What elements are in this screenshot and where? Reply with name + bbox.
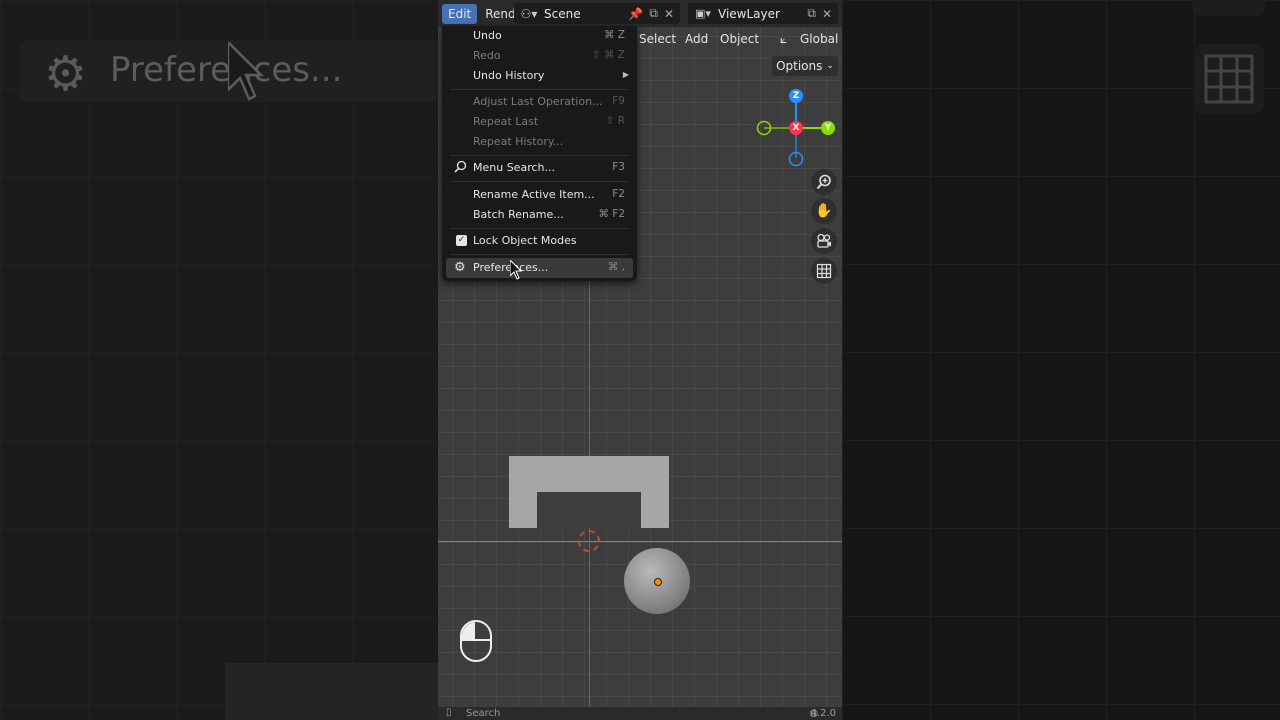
version-label: 4.2.0 (810, 708, 836, 719)
duplicate-icon[interactable]: ⧉ (807, 6, 816, 21)
checkbox-checked-icon[interactable]: ✓ (456, 235, 467, 246)
menu-item-shortcut: ⇧ R (605, 115, 625, 127)
mouse-divider (462, 639, 490, 641)
menu-item-menu-search[interactable]: Menu Search... F3 (446, 158, 633, 178)
view-layer-name: ViewLayer (718, 6, 780, 21)
header-add-menu[interactable]: Add (685, 32, 708, 46)
camera-icon[interactable] (811, 228, 837, 254)
gizmo-y-button[interactable]: Y (821, 121, 835, 135)
menu-item-rename-active-item[interactable]: Rename Active Item... F2 (446, 185, 633, 205)
header-select-menu[interactable]: Select (639, 32, 676, 46)
menu-item-label: Repeat History... (473, 135, 564, 148)
menu-item-shortcut: F3 (612, 161, 625, 173)
menu-item-adjust-last-operation[interactable]: Adjust Last Operation... F9 (446, 92, 633, 112)
menu-item-shortcut: ⌘ F2 (598, 208, 625, 220)
grid-icon (1204, 54, 1254, 104)
menu-item-shortcut: F9 (612, 95, 625, 107)
search-icon (454, 160, 467, 177)
menu-item-repeat-last[interactable]: Repeat Last ⇧ R (446, 112, 633, 132)
menu-separator (450, 155, 629, 156)
menu-separator (450, 181, 629, 182)
menu-item-undo[interactable]: Undo ⌘ Z (446, 26, 633, 46)
menu-item-label: Undo History (473, 69, 545, 82)
menu-item-label: Adjust Last Operation... (473, 95, 603, 108)
gizmo-x-button[interactable]: X (789, 121, 803, 135)
menu-item-undo-history[interactable]: Undo History ▶ (446, 66, 633, 86)
orientation-icon: ⟀ (780, 32, 788, 46)
zoomed-preferences-label: Preferences... (110, 50, 343, 90)
menu-item-redo[interactable]: Redo ⇧ ⌘ Z (446, 46, 633, 66)
menu-item-label: Batch Rename... (473, 208, 564, 221)
menu-item-label: Rename Active Item... (473, 188, 595, 201)
u-shape-cutout (537, 492, 641, 528)
menu-edit[interactable]: Edit (442, 3, 478, 24)
menu-item-shortcut: ⌘ Z (603, 29, 625, 41)
transform-orientation-select[interactable]: Global (800, 32, 838, 46)
backdrop-grid (0, 0, 438, 720)
object-origin (654, 578, 662, 586)
zoomed-backdrop-left: ⚙ Preferences... (0, 0, 438, 720)
mouse-small-icon: ▯ (446, 707, 452, 718)
3d-cursor-icon[interactable] (578, 530, 600, 552)
view-layer-icon: ▣▾ (695, 7, 711, 20)
menu-item-shortcut: ⇧ ⌘ Z (591, 49, 625, 61)
pin-icon[interactable]: 📌 (628, 7, 643, 21)
close-icon[interactable]: ✕ (822, 7, 832, 21)
pan-hand-icon[interactable]: ✋ (811, 198, 837, 224)
menu-separator (450, 254, 629, 255)
menu-separator (450, 228, 629, 229)
submenu-arrow-icon: ▶ (622, 70, 629, 79)
mouse-pointer-icon (510, 260, 522, 280)
menu-item-label: Lock Object Modes (473, 234, 577, 247)
options-label: Options (776, 59, 823, 73)
close-icon[interactable]: ✕ (664, 7, 674, 21)
scene-selector[interactable]: ⚇▾ Scene 📌 ⧉ ✕ (514, 3, 680, 24)
menu-item-label: Menu Search... (473, 161, 555, 174)
gear-icon: ⚙ (44, 46, 88, 102)
mouse-left-button-indicator (462, 622, 476, 640)
backdrop-panel (225, 663, 438, 720)
chevron-down-icon: ⌄ (826, 61, 834, 71)
mouse-divider (475, 622, 477, 640)
menu-item-batch-rename[interactable]: Batch Rename... ⌘ F2 (446, 205, 633, 225)
grid-icon[interactable] (811, 258, 837, 284)
status-bar: ▯ Search ◍ 4.2.0 (438, 707, 842, 720)
zoomed-camera-button (1192, 0, 1266, 16)
zoom-icon[interactable] (811, 169, 837, 195)
menu-item-repeat-history[interactable]: Repeat History... (446, 132, 633, 152)
menu-item-label: Redo (473, 49, 501, 62)
x-axis-line (438, 541, 842, 542)
u-shaped-mesh[interactable] (509, 456, 669, 528)
menu-item-label: Repeat Last (473, 115, 539, 128)
menu-item-lock-object-modes[interactable]: ✓ Lock Object Modes (446, 231, 633, 251)
menu-item-shortcut: F2 (612, 188, 625, 200)
gizmo-z-button[interactable]: Z (789, 89, 803, 103)
edit-menu-dropdown: Undo ⌘ Z Redo ⇧ ⌘ Z Undo History ▶ Adjus… (442, 26, 637, 281)
zoomed-cursor-icon (228, 42, 264, 101)
mouse-icon (460, 620, 492, 662)
menu-item-shortcut: ⌘ , (607, 261, 625, 273)
menu-separator (450, 89, 629, 90)
scene-name: Scene (544, 6, 581, 21)
zoomed-grid-button (1194, 44, 1264, 114)
zoomed-backdrop-right (842, 0, 1280, 720)
status-search-label: Search (466, 708, 501, 719)
menu-item-label: Undo (473, 29, 502, 42)
duplicate-icon[interactable]: ⧉ (649, 6, 658, 21)
options-dropdown[interactable]: Options ⌄ (772, 56, 838, 76)
header-object-menu[interactable]: Object (720, 32, 759, 46)
menu-item-preferences[interactable]: ⚙ Preferences... ⌘ , (446, 258, 633, 278)
scene-icon: ⚇▾ (520, 6, 538, 21)
view-layer-selector[interactable]: ▣▾ ViewLayer ⧉ ✕ (688, 3, 838, 24)
gear-icon: ⚙ (454, 260, 466, 275)
